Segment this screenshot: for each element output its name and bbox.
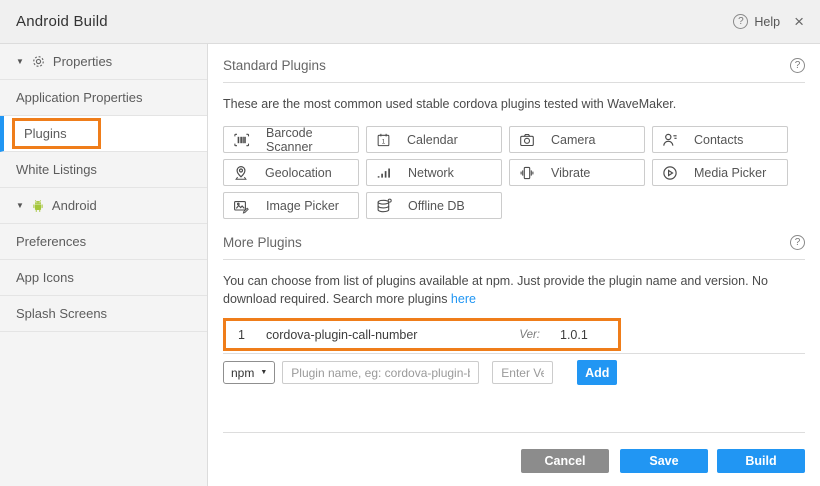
plugin-label: Image Picker bbox=[266, 199, 339, 213]
cancel-button[interactable]: Cancel bbox=[521, 449, 609, 473]
plugin-button-camera[interactable]: Camera bbox=[509, 126, 645, 153]
header-actions: ? Help × bbox=[733, 13, 804, 30]
offline-db-icon bbox=[376, 198, 392, 214]
plugin-button-image-picker[interactable]: Image Picker bbox=[223, 192, 359, 219]
section-help-icon[interactable]: ? bbox=[790, 235, 805, 250]
image-picker-icon bbox=[233, 198, 250, 214]
sidebar-item-label: Properties bbox=[53, 54, 112, 69]
plugin-version-input[interactable] bbox=[492, 361, 553, 384]
sidebar-item-white-listings[interactable]: White Listings bbox=[0, 152, 207, 188]
contacts-icon bbox=[662, 132, 678, 148]
close-icon[interactable]: × bbox=[794, 13, 804, 30]
search-plugins-link[interactable]: here bbox=[451, 292, 476, 306]
section-title-standard-plugins: Standard Plugins bbox=[223, 58, 326, 73]
footer-actions: Cancel Save Build bbox=[521, 449, 805, 473]
sidebar-item-label: Application Properties bbox=[16, 90, 142, 105]
plugin-button-vibrate[interactable]: Vibrate bbox=[509, 159, 645, 186]
plugin-label: Offline DB bbox=[408, 199, 465, 213]
row-divider bbox=[223, 353, 805, 354]
sidebar-item-label: App Icons bbox=[16, 270, 74, 285]
section-divider bbox=[223, 82, 805, 83]
plugin-name-input[interactable] bbox=[282, 361, 479, 384]
chevron-down-icon: ▼ bbox=[260, 369, 267, 376]
annotation-highlight: Plugins bbox=[12, 118, 101, 149]
page-title: Android Build bbox=[16, 13, 108, 30]
add-plugin-form: npm ▼ Add bbox=[223, 360, 805, 385]
dialog-header: Android Build ? Help × bbox=[0, 0, 820, 44]
vibrate-icon bbox=[519, 165, 535, 181]
help-button[interactable]: ? Help bbox=[733, 14, 780, 29]
add-plugin-button[interactable]: Add bbox=[577, 360, 617, 385]
standard-plugins-description: These are the most common used stable co… bbox=[223, 95, 805, 113]
sidebar-item-application-properties[interactable]: Application Properties bbox=[0, 80, 207, 116]
android-icon bbox=[31, 199, 45, 213]
sidebar-item-preferences[interactable]: Preferences bbox=[0, 224, 207, 260]
more-plugins-description: You can choose from list of plugins avai… bbox=[223, 272, 805, 308]
plugin-button-geolocation[interactable]: Geolocation bbox=[223, 159, 359, 186]
plugin-label: Vibrate bbox=[551, 166, 590, 180]
added-plugins-list: 1cordova-plugin-call-numberVer: 1.0.1 bbox=[223, 318, 621, 351]
sidebar-item-plugins[interactable]: Plugins bbox=[0, 116, 207, 152]
save-button[interactable]: Save bbox=[620, 449, 708, 473]
plugin-label: Media Picker bbox=[694, 166, 766, 180]
dialog-body: ▼ Properties Application Properties Plugins… bbox=[0, 44, 820, 486]
calendar-icon: 1 bbox=[376, 132, 391, 148]
sidebar: ▼ Properties Application Properties Plugins… bbox=[0, 44, 208, 486]
plugin-label: Camera bbox=[551, 133, 595, 147]
sidebar-item-app-icons[interactable]: App Icons bbox=[0, 260, 207, 296]
plugin-button-media-picker[interactable]: Media Picker bbox=[652, 159, 788, 186]
plugin-label: Network bbox=[408, 166, 454, 180]
section-title-more-plugins: More Plugins bbox=[223, 235, 302, 250]
chevron-down-icon: ▼ bbox=[16, 57, 24, 66]
build-button[interactable]: Build bbox=[717, 449, 805, 473]
plugin-label: Contacts bbox=[694, 133, 743, 147]
plugin-button-offline-db[interactable]: Offline DB bbox=[366, 192, 502, 219]
plugin-button-barcode-scanner[interactable]: Barcode Scanner bbox=[223, 126, 359, 153]
plugin-label: Calendar bbox=[407, 133, 458, 147]
footer-divider bbox=[223, 432, 805, 433]
sidebar-item-label: Splash Screens bbox=[16, 306, 107, 321]
chevron-down-icon: ▼ bbox=[16, 201, 24, 210]
sidebar-item-label: White Listings bbox=[16, 162, 97, 177]
gear-icon bbox=[31, 54, 46, 69]
description-text: You can choose from list of plugins avai… bbox=[223, 274, 768, 306]
source-select-value: npm bbox=[231, 366, 254, 380]
sidebar-item-properties[interactable]: ▼ Properties bbox=[0, 44, 207, 80]
plugin-button-network[interactable]: Network bbox=[366, 159, 502, 186]
plugin-version: 1.0.1 bbox=[560, 328, 618, 342]
network-icon bbox=[376, 165, 392, 181]
barcode-scanner-icon bbox=[233, 132, 250, 148]
sidebar-item-label: Preferences bbox=[16, 234, 86, 249]
version-label: Ver: bbox=[519, 329, 540, 341]
row-index: 1 bbox=[226, 328, 266, 342]
table-row: 1cordova-plugin-call-numberVer: 1.0.1 bbox=[226, 321, 618, 348]
svg-text:1: 1 bbox=[382, 138, 386, 145]
more-plugins-header: More Plugins ? bbox=[223, 235, 805, 250]
help-label: Help bbox=[754, 15, 780, 29]
sidebar-item-label: Android bbox=[52, 198, 97, 213]
section-help-icon[interactable]: ? bbox=[790, 58, 805, 73]
help-icon: ? bbox=[733, 14, 748, 29]
annotation-highlight: 1cordova-plugin-call-numberVer: 1.0.1 bbox=[223, 318, 621, 351]
camera-icon bbox=[519, 132, 535, 148]
media-picker-icon bbox=[662, 165, 678, 181]
sidebar-item-splash-screens[interactable]: Splash Screens bbox=[0, 296, 207, 332]
plugin-button-contacts[interactable]: Contacts bbox=[652, 126, 788, 153]
sidebar-item-android[interactable]: ▼ Android bbox=[0, 188, 207, 224]
source-select[interactable]: npm ▼ bbox=[223, 361, 275, 384]
standard-plugins-grid: Barcode Scanner 1 Calendar Camera Contacts Ge… bbox=[223, 126, 805, 219]
android-build-dialog: Android Build ? Help × ▼ Properties Applic… bbox=[0, 0, 820, 486]
sidebar-item-label: Plugins bbox=[24, 126, 67, 141]
main-panel: Standard Plugins ? These are the most co… bbox=[208, 44, 820, 486]
plugin-name: cordova-plugin-call-number bbox=[266, 328, 519, 342]
section-divider bbox=[223, 259, 805, 260]
standard-plugins-header: Standard Plugins ? bbox=[223, 58, 805, 73]
plugin-label: Barcode Scanner bbox=[266, 126, 358, 154]
plugin-label: Geolocation bbox=[265, 166, 332, 180]
geolocation-icon bbox=[233, 165, 249, 181]
plugin-button-calendar[interactable]: 1 Calendar bbox=[366, 126, 502, 153]
